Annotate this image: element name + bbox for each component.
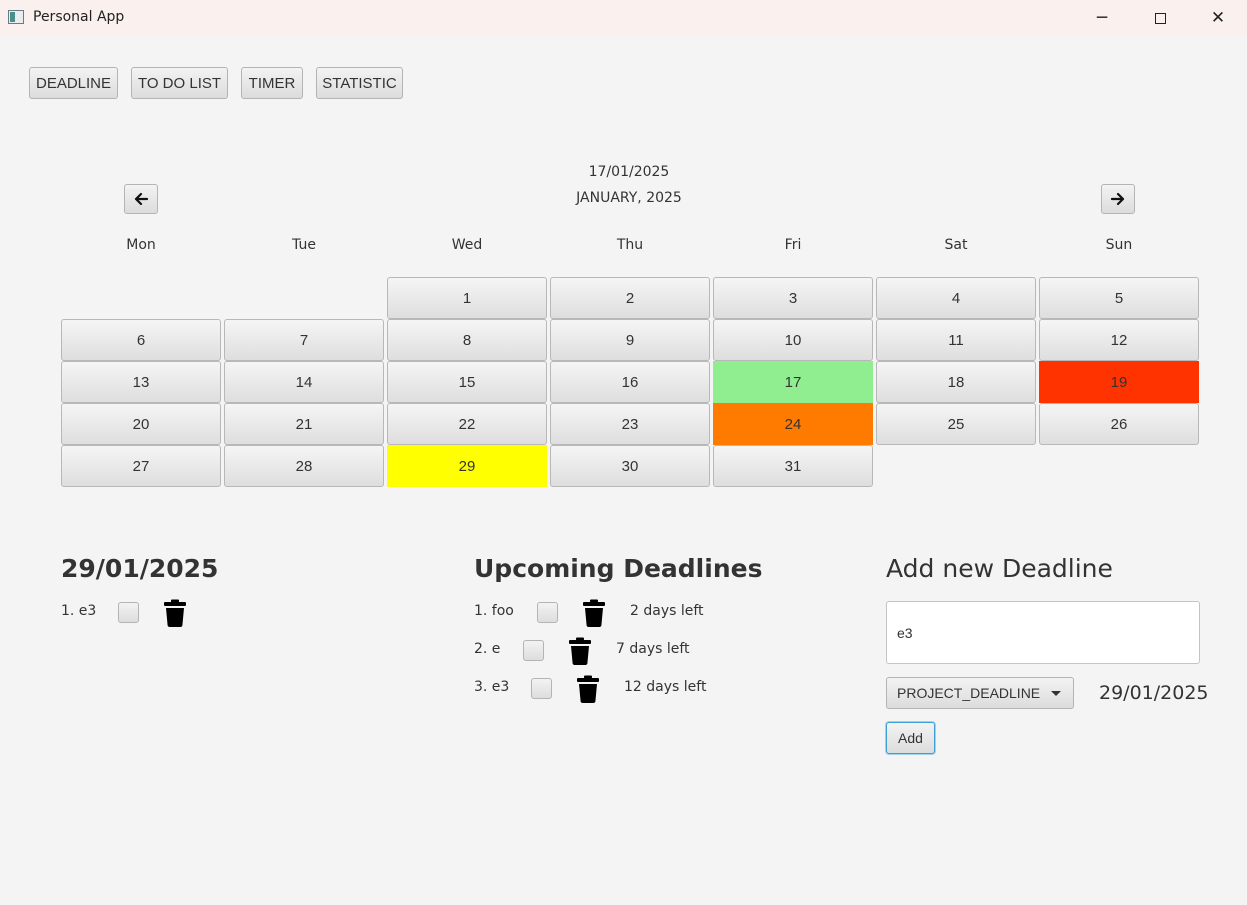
weekday-sat: Sat bbox=[944, 237, 968, 253]
maximize-button[interactable] bbox=[1131, 0, 1189, 36]
calendar-day-9[interactable]: 9 bbox=[550, 319, 710, 361]
calendar-day-11[interactable]: 11 bbox=[876, 319, 1036, 361]
deadline-date-value: 29/01/2025 bbox=[1099, 682, 1209, 704]
upcoming-item-checkbox[interactable] bbox=[523, 640, 544, 661]
nav-deadline-button[interactable]: DEADLINE bbox=[29, 67, 118, 99]
selected-item-label: 1. e3 bbox=[61, 603, 97, 619]
calendar-day-3[interactable]: 3 bbox=[713, 277, 873, 319]
upcoming-item-checkbox[interactable] bbox=[537, 602, 558, 623]
nav-todo-button[interactable]: TO DO LIST bbox=[131, 67, 228, 99]
calendar-day-5[interactable]: 5 bbox=[1039, 277, 1199, 319]
calendar-day-1[interactable]: 1 bbox=[387, 277, 547, 319]
month-label: JANUARY, 2025 bbox=[576, 190, 682, 206]
trash-icon[interactable] bbox=[582, 599, 606, 627]
calendar-day-31[interactable]: 31 bbox=[713, 445, 873, 487]
calendar-day-28[interactable]: 28 bbox=[224, 445, 384, 487]
current-date: 17/01/2025 bbox=[588, 164, 670, 180]
deadline-type-select[interactable]: PROJECT_DEADLINE bbox=[886, 677, 1074, 709]
calendar-day-14[interactable]: 14 bbox=[224, 361, 384, 403]
arrow-left-icon bbox=[134, 192, 148, 206]
calendar-day-19[interactable]: 19 bbox=[1039, 361, 1199, 403]
calendar-day-26[interactable]: 26 bbox=[1039, 403, 1199, 445]
calendar-day-8[interactable]: 8 bbox=[387, 319, 547, 361]
calendar-day-27[interactable]: 27 bbox=[61, 445, 221, 487]
prev-month-button[interactable] bbox=[124, 184, 158, 214]
days-left-label: 12 days left bbox=[624, 679, 707, 695]
calendar-day-2[interactable]: 2 bbox=[550, 277, 710, 319]
calendar-day-15[interactable]: 15 bbox=[387, 361, 547, 403]
calendar-day-12[interactable]: 12 bbox=[1039, 319, 1199, 361]
upcoming-item-checkbox[interactable] bbox=[531, 678, 552, 699]
weekday-fri: Fri bbox=[784, 237, 802, 253]
calendar-day-23[interactable]: 23 bbox=[550, 403, 710, 445]
calendar-day-17[interactable]: 17 bbox=[713, 361, 873, 403]
calendar-day-30[interactable]: 30 bbox=[550, 445, 710, 487]
calendar-day-21[interactable]: 21 bbox=[224, 403, 384, 445]
deadline-type-value: PROJECT_DEADLINE bbox=[897, 685, 1041, 701]
trash-icon[interactable] bbox=[163, 599, 187, 627]
trash-icon[interactable] bbox=[568, 637, 592, 665]
selected-item-checkbox[interactable] bbox=[118, 602, 139, 623]
window-title: Personal App bbox=[33, 9, 125, 25]
calendar-day-25[interactable]: 25 bbox=[876, 403, 1036, 445]
nav-statistic-button[interactable]: STATISTIC bbox=[316, 67, 403, 99]
calendar-day-4[interactable]: 4 bbox=[876, 277, 1036, 319]
calendar-day-18[interactable]: 18 bbox=[876, 361, 1036, 403]
weekday-mon: Mon bbox=[126, 237, 156, 253]
title-bar: Personal App ─ ✕ bbox=[0, 0, 1247, 36]
calendar-day-13[interactable]: 13 bbox=[61, 361, 221, 403]
add-button[interactable]: Add bbox=[886, 722, 935, 754]
close-button[interactable]: ✕ bbox=[1189, 0, 1247, 36]
upcoming-item-label: 3. e3 bbox=[474, 679, 510, 695]
calendar-day-6[interactable]: 6 bbox=[61, 319, 221, 361]
weekday-sun: Sun bbox=[1105, 237, 1133, 253]
minimize-button[interactable]: ─ bbox=[1073, 0, 1131, 36]
calendar-day-16[interactable]: 16 bbox=[550, 361, 710, 403]
chevron-down-icon bbox=[1051, 691, 1061, 696]
days-left-label: 2 days left bbox=[630, 603, 704, 619]
calendar-day-29[interactable]: 29 bbox=[387, 445, 547, 487]
weekday-tue: Tue bbox=[292, 237, 316, 253]
upcoming-item-label: 1. foo bbox=[474, 603, 514, 619]
selected-date-heading: 29/01/2025 bbox=[61, 554, 219, 583]
calendar-day-22[interactable]: 22 bbox=[387, 403, 547, 445]
calendar-day-7[interactable]: 7 bbox=[224, 319, 384, 361]
upcoming-item-label: 2. e bbox=[474, 641, 501, 657]
trash-icon[interactable] bbox=[576, 675, 600, 703]
next-month-button[interactable] bbox=[1101, 184, 1135, 214]
days-left-label: 7 days left bbox=[616, 641, 690, 657]
calendar-day-20[interactable]: 20 bbox=[61, 403, 221, 445]
nav-timer-button[interactable]: TIMER bbox=[241, 67, 303, 99]
weekday-thu: Thu bbox=[616, 237, 644, 253]
arrow-right-icon bbox=[1111, 192, 1125, 206]
weekday-wed: Wed bbox=[451, 237, 483, 253]
app-icon bbox=[8, 10, 24, 24]
maximize-icon bbox=[1154, 12, 1166, 24]
upcoming-title: Upcoming Deadlines bbox=[474, 554, 763, 583]
add-deadline-title: Add new Deadline bbox=[886, 554, 1113, 583]
calendar-day-24[interactable]: 24 bbox=[713, 403, 873, 445]
calendar-day-10[interactable]: 10 bbox=[713, 319, 873, 361]
deadline-name-input[interactable] bbox=[886, 601, 1200, 664]
